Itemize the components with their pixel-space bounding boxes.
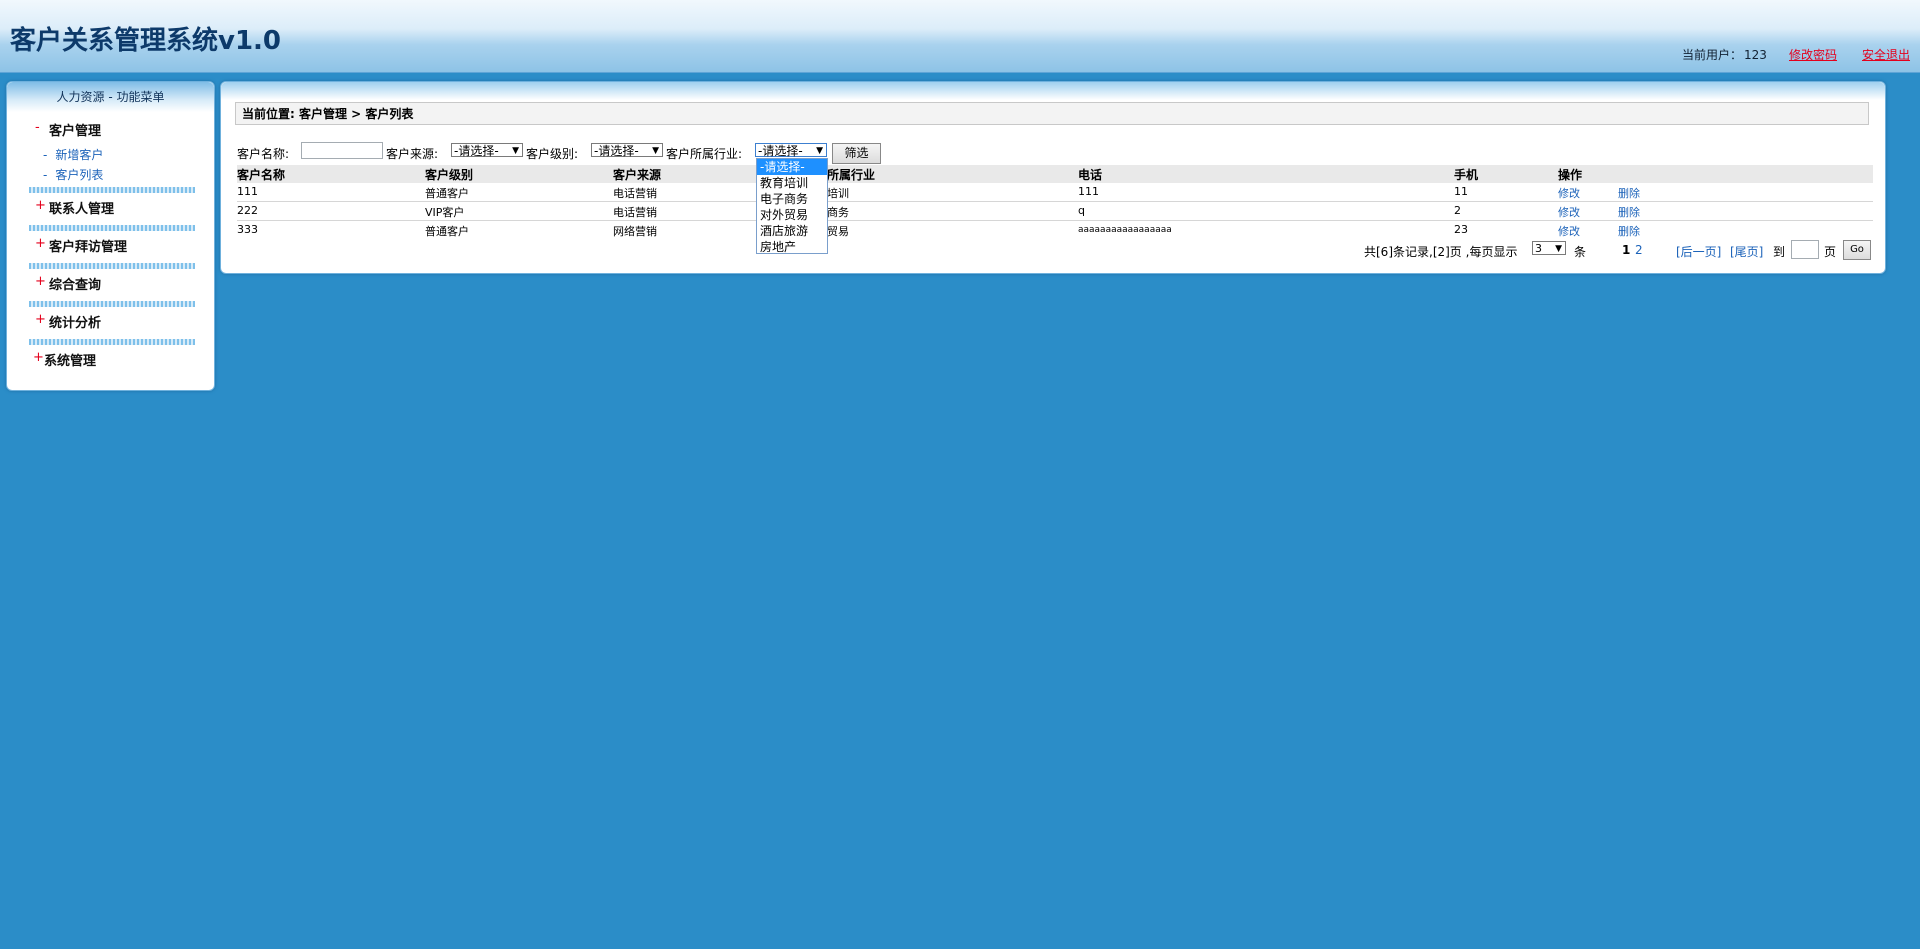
dropdown-option[interactable]: 房地产: [757, 239, 827, 255]
expand-icon: +: [33, 350, 44, 365]
cell-level: VIP客户: [425, 206, 465, 219]
cell-level: 普通客户: [425, 187, 469, 200]
edit-link[interactable]: 修改: [1558, 223, 1580, 239]
dropdown-option[interactable]: 对外贸易: [757, 207, 827, 223]
current-page: 1: [1622, 243, 1631, 257]
customer-source-select[interactable]: -请选择- ▼: [451, 143, 523, 158]
cell-name: 222: [237, 204, 258, 217]
cell-name: 111: [237, 185, 258, 198]
main-panel: 当前位置: 客户管理 > 客户列表 客户名称: 客户来源: -请选择- ▼ 客户级…: [220, 81, 1886, 274]
dropdown-option[interactable]: 电子商务: [757, 191, 827, 207]
cell-name: 333: [237, 223, 258, 236]
cell-mobile: 2: [1454, 204, 1461, 217]
filter-button[interactable]: 筛选: [832, 143, 881, 164]
column-header: 手机: [1454, 168, 1479, 182]
table-row: 111 普通客户 电话营销 培训 111 11 修改 删除: [237, 183, 1873, 201]
sidebar-title: 人力资源 - 功能菜单: [7, 82, 214, 112]
cell-level: 普通客户: [425, 225, 469, 238]
table-header: 客户名称 客户级别 客户来源 所属行业 电话 手机 操作: [237, 165, 1873, 183]
column-header: 电话: [1078, 168, 1103, 182]
delete-link[interactable]: 删除: [1618, 185, 1640, 201]
chevron-down-icon: ▼: [512, 146, 519, 156]
cell-industry: 贸易: [827, 225, 849, 238]
sidebar: 人力资源 - 功能菜单 - 客户管理 - 新增客户 - 客户列表 + 联系人管理 +…: [6, 81, 215, 391]
cell-phone: q: [1078, 204, 1085, 217]
go-button[interactable]: Go: [1843, 240, 1871, 260]
sidebar-divider: [29, 263, 195, 269]
pager-summary: 共[6]条记录,[2]页 ,每页显示: [1364, 245, 1518, 259]
delete-link[interactable]: 删除: [1618, 204, 1640, 220]
page-2-link[interactable]: 2: [1635, 243, 1643, 257]
column-header: 所属行业: [827, 168, 876, 182]
chevron-down-icon: ▼: [652, 146, 659, 156]
sidebar-divider: [29, 339, 195, 345]
column-header: 客户级别: [425, 168, 474, 182]
edit-link[interactable]: 修改: [1558, 185, 1580, 201]
cell-mobile: 23: [1454, 223, 1468, 236]
customer-industry-label: 客户所属行业:: [666, 147, 743, 161]
customer-level-label: 客户级别:: [526, 147, 579, 161]
cell-source: 网络营销: [613, 225, 657, 238]
expand-icon: +: [35, 236, 46, 251]
current-user-name: 123: [1744, 48, 1767, 62]
cell-source: 电话营销: [613, 206, 657, 219]
table-row: 333 普通客户 网络营销 贸易 aaaaaaaaaaaaaaaaa 23 修改…: [237, 221, 1873, 239]
top-header: 客户关系管理系统v1.0 当前用户： 123 修改密码 安全退出: [0, 0, 1920, 73]
sidebar-subitem-label[interactable]: - 新增客户: [43, 146, 103, 163]
cell-phone: 111: [1078, 185, 1099, 198]
chevron-down-icon: ▼: [816, 146, 823, 156]
current-user: 当前用户： 123: [1680, 46, 1767, 63]
chevron-down-icon: ▼: [1555, 244, 1562, 254]
page-size-select[interactable]: 3 ▼: [1532, 241, 1566, 255]
cell-mobile: 11: [1454, 185, 1468, 198]
customer-source-label: 客户来源:: [386, 147, 439, 161]
customer-name-input[interactable]: [301, 142, 383, 159]
customer-name-label: 客户名称:: [237, 147, 290, 161]
column-header: 客户来源: [613, 168, 662, 182]
dropdown-option[interactable]: -请选择-: [757, 159, 827, 175]
expand-icon: +: [35, 312, 46, 327]
sidebar-item-label[interactable]: 系统管理: [44, 350, 96, 369]
next-page-link[interactable]: [后一页]: [1676, 243, 1721, 260]
collapse-icon: -: [35, 120, 40, 135]
sidebar-item-label[interactable]: 综合查询: [49, 274, 101, 293]
edit-link[interactable]: 修改: [1558, 204, 1580, 220]
panel-top-bar: [221, 82, 1885, 100]
pager-unit: 条: [1574, 245, 1587, 259]
last-page-link[interactable]: [尾页]: [1730, 243, 1763, 260]
pagination: 共[6]条记录,[2]页 ,每页显示 3 ▼ 条 1 2 [后一页] [尾页] 到…: [221, 240, 1885, 260]
cell-phone: aaaaaaaaaaaaaaaaa: [1078, 225, 1172, 235]
sidebar-divider: [29, 225, 195, 231]
dropdown-option[interactable]: 教育培训: [757, 175, 827, 191]
column-header: 操作: [1558, 168, 1583, 182]
industry-dropdown-list: -请选择- 教育培训 电子商务 对外贸易 酒店旅游 房地产: [756, 158, 828, 254]
customer-level-select[interactable]: -请选择- ▼: [591, 143, 663, 158]
column-header: 客户名称: [237, 168, 286, 182]
sidebar-item-label[interactable]: 客户拜访管理: [49, 236, 127, 255]
goto-label: 到: [1773, 245, 1786, 259]
expand-icon: +: [35, 198, 46, 213]
sidebar-divider: [29, 301, 195, 307]
dropdown-option[interactable]: 酒店旅游: [757, 223, 827, 239]
logout-link[interactable]: 安全退出: [1862, 46, 1910, 63]
sidebar-subitem-label[interactable]: - 客户列表: [43, 166, 103, 183]
expand-icon: +: [35, 274, 46, 289]
delete-link[interactable]: 删除: [1618, 223, 1640, 239]
goto-page-input[interactable]: [1791, 240, 1819, 259]
sidebar-item-label[interactable]: 统计分析: [49, 312, 101, 331]
cell-industry: 培训: [827, 187, 849, 200]
header-links: 当前用户： 123 修改密码 安全退出: [0, 46, 1920, 62]
page-suffix: 页: [1824, 245, 1837, 259]
change-password-link[interactable]: 修改密码: [1789, 46, 1837, 63]
cell-source: 电话营销: [613, 187, 657, 200]
breadcrumb: 当前位置: 客户管理 > 客户列表: [235, 102, 1869, 125]
current-user-label: 当前用户：: [1682, 48, 1743, 62]
sidebar-item-label[interactable]: 客户管理: [49, 120, 101, 139]
sidebar-divider: [29, 187, 195, 193]
table-row: 222 VIP客户 电话营销 商务 q 2 修改 删除: [237, 202, 1873, 220]
cell-industry: 商务: [827, 206, 849, 219]
customer-industry-select[interactable]: -请选择- ▼: [755, 143, 827, 158]
sidebar-item-label[interactable]: 联系人管理: [49, 198, 114, 217]
